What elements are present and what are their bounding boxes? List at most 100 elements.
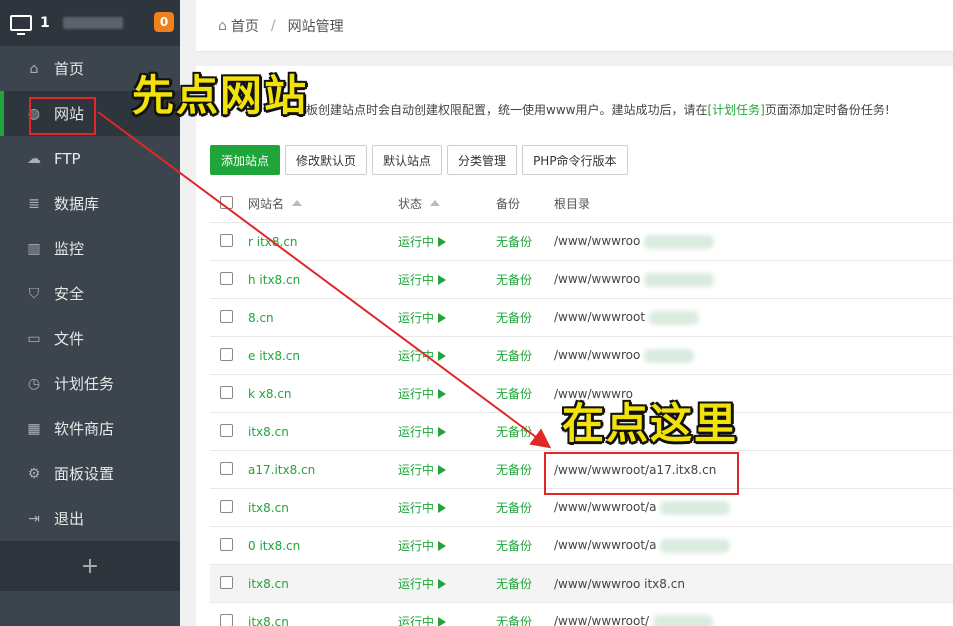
sidebar-item-2[interactable]: ☁ FTP bbox=[0, 136, 180, 181]
sidebar-item-label: 数据库 bbox=[54, 195, 100, 213]
backup-status[interactable]: 无备份 bbox=[496, 537, 554, 554]
status-running[interactable]: 运行中 bbox=[398, 423, 496, 440]
table-header: 网站名 状态 备份 根目录 bbox=[210, 185, 953, 223]
sidebar-item-6[interactable]: ▭ 文件 bbox=[0, 316, 180, 361]
sidebar-item-label: 安全 bbox=[54, 285, 85, 303]
sidebar-item-8[interactable]: ▦ 软件商店 bbox=[0, 406, 180, 451]
row-checkbox[interactable] bbox=[220, 461, 233, 475]
sidebar-item-4[interactable]: ▥ 监控 bbox=[0, 226, 180, 271]
header-root: 根目录 bbox=[554, 197, 591, 211]
backup-status[interactable]: 无备份 bbox=[496, 385, 554, 402]
status-running[interactable]: 运行中 bbox=[398, 613, 496, 626]
breadcrumb-home[interactable]: 首页 bbox=[231, 16, 259, 36]
row-checkbox[interactable] bbox=[220, 347, 233, 361]
row-checkbox[interactable] bbox=[220, 423, 233, 437]
breadcrumb-current: 网站管理 bbox=[287, 18, 344, 35]
play-icon bbox=[438, 465, 447, 475]
backup-status[interactable]: 无备份 bbox=[496, 271, 554, 288]
edit-default-page-button[interactable]: 修改默认页 bbox=[285, 145, 368, 175]
backup-status[interactable]: 无备份 bbox=[496, 233, 554, 250]
notification-badge[interactable]: 0 bbox=[154, 12, 174, 32]
row-checkbox[interactable] bbox=[220, 613, 233, 626]
root-path-link[interactable]: /www/wwwroot/a bbox=[554, 500, 953, 515]
root-path-link[interactable]: /www/wwwroot/ bbox=[554, 614, 953, 626]
folder-icon: ▭ bbox=[27, 330, 41, 347]
table-row[interactable]: e itx8.cn 运行中 无备份/www/wwwroo bbox=[210, 337, 953, 375]
row-checkbox[interactable] bbox=[220, 575, 233, 589]
sidebar-item-label: 面板设置 bbox=[54, 465, 115, 483]
redacted-blur bbox=[653, 614, 714, 626]
sidebar-item-5[interactable]: ⛉ 安全 bbox=[0, 271, 180, 316]
header-name[interactable]: 网站名 bbox=[248, 195, 398, 212]
sidebar-item-label: 监控 bbox=[54, 240, 85, 258]
play-icon bbox=[438, 237, 447, 247]
site-name-link[interactable]: r itx8.cn bbox=[248, 235, 398, 249]
default-site-button[interactable]: 默认站点 bbox=[372, 145, 443, 175]
monitor-icon bbox=[10, 15, 32, 35]
home-icon: ⌂ bbox=[218, 17, 227, 34]
add-icon[interactable]: + bbox=[0, 541, 180, 591]
table-row[interactable]: r itx8.cn 运行中 无备份/www/wwwroo bbox=[210, 223, 953, 261]
site-name-link[interactable]: h itx8.cn bbox=[248, 273, 398, 287]
status-running[interactable]: 运行中 bbox=[398, 347, 496, 364]
row-checkbox[interactable] bbox=[220, 271, 233, 285]
root-path-link[interactable]: /www/wwwroo bbox=[554, 272, 953, 287]
root-path-link[interactable]: /www/wwwroot bbox=[554, 310, 953, 325]
site-name-link[interactable]: k x8.cn bbox=[248, 387, 398, 401]
sidebar-item-3[interactable]: ≣ 数据库 bbox=[0, 181, 180, 226]
sidebar-item-10[interactable]: ⇥ 退出 bbox=[0, 496, 180, 541]
root-path-link[interactable]: /www/wwwroo bbox=[554, 348, 953, 363]
table-row[interactable]: h itx8.cn 运行中 无备份/www/wwwroo bbox=[210, 261, 953, 299]
status-running[interactable]: 运行中 bbox=[398, 537, 496, 554]
sort-icon bbox=[292, 200, 303, 206]
status-running[interactable]: 运行中 bbox=[398, 271, 496, 288]
root-path-link[interactable]: /www/wwwroo bbox=[554, 234, 953, 249]
highlight-box-root-path bbox=[544, 452, 739, 495]
root-path-link[interactable]: /www/wwwroot/a bbox=[554, 538, 953, 553]
backup-status[interactable]: 无备份 bbox=[496, 499, 554, 516]
breadcrumb-separator: / bbox=[270, 17, 276, 34]
row-checkbox[interactable] bbox=[220, 537, 233, 551]
sidebar-item-9[interactable]: ⚙ 面板设置 bbox=[0, 451, 180, 496]
table-row[interactable]: itx8.cn 运行中 无备份/www/wwwroot/ bbox=[210, 603, 953, 626]
site-name-link[interactable]: itx8.cn bbox=[248, 615, 398, 626]
highlight-box-website bbox=[29, 97, 96, 135]
status-running[interactable]: 运行中 bbox=[398, 233, 496, 250]
status-running[interactable]: 运行中 bbox=[398, 385, 496, 402]
row-checkbox[interactable] bbox=[220, 499, 233, 513]
row-checkbox[interactable] bbox=[220, 385, 233, 399]
site-name-link[interactable]: itx8.cn bbox=[248, 577, 398, 591]
status-running[interactable]: 运行中 bbox=[398, 499, 496, 516]
backup-status[interactable]: 无备份 bbox=[496, 575, 554, 592]
play-icon bbox=[438, 275, 447, 285]
status-running[interactable]: 运行中 bbox=[398, 461, 496, 478]
category-manage-button[interactable]: 分类管理 bbox=[447, 145, 518, 175]
site-name-link[interactable]: e itx8.cn bbox=[248, 349, 398, 363]
row-checkbox[interactable] bbox=[220, 233, 233, 247]
backup-status[interactable]: 无备份 bbox=[496, 423, 554, 440]
site-name-link[interactable]: 0 itx8.cn bbox=[248, 539, 398, 553]
site-name-link[interactable]: itx8.cn bbox=[248, 425, 398, 439]
site-name-link[interactable]: itx8.cn bbox=[248, 501, 398, 515]
backup-status[interactable]: 无备份 bbox=[496, 309, 554, 326]
status-running[interactable]: 运行中 bbox=[398, 575, 496, 592]
sidebar-item-7[interactable]: ◷ 计划任务 bbox=[0, 361, 180, 406]
backup-status[interactable]: 无备份 bbox=[496, 347, 554, 364]
sort-icon bbox=[430, 200, 441, 206]
cron-task-link[interactable]: [计划任务] bbox=[707, 101, 764, 118]
table-row[interactable]: 8.cn 运行中 无备份/www/wwwroot bbox=[210, 299, 953, 337]
select-all-checkbox[interactable] bbox=[220, 195, 233, 209]
php-cli-version-button[interactable]: PHP命令行版本 bbox=[522, 145, 628, 175]
status-running[interactable]: 运行中 bbox=[398, 309, 496, 326]
site-name-link[interactable]: a17.itx8.cn bbox=[248, 463, 398, 477]
table-row[interactable]: itx8.cn 运行中 无备份/www/wwwroo itx8.cn bbox=[210, 565, 953, 603]
redacted-blur bbox=[649, 310, 700, 325]
row-checkbox[interactable] bbox=[220, 309, 233, 323]
add-site-button[interactable]: 添加站点 bbox=[210, 145, 281, 175]
server-ip-blurred bbox=[62, 17, 123, 29]
root-path-link[interactable]: /www/wwwroo itx8.cn bbox=[554, 577, 953, 591]
backup-status[interactable]: 无备份 bbox=[496, 613, 554, 626]
table-row[interactable]: 0 itx8.cn 运行中 无备份/www/wwwroot/a bbox=[210, 527, 953, 565]
header-status[interactable]: 状态 bbox=[398, 195, 496, 212]
site-name-link[interactable]: 8.cn bbox=[248, 311, 398, 325]
